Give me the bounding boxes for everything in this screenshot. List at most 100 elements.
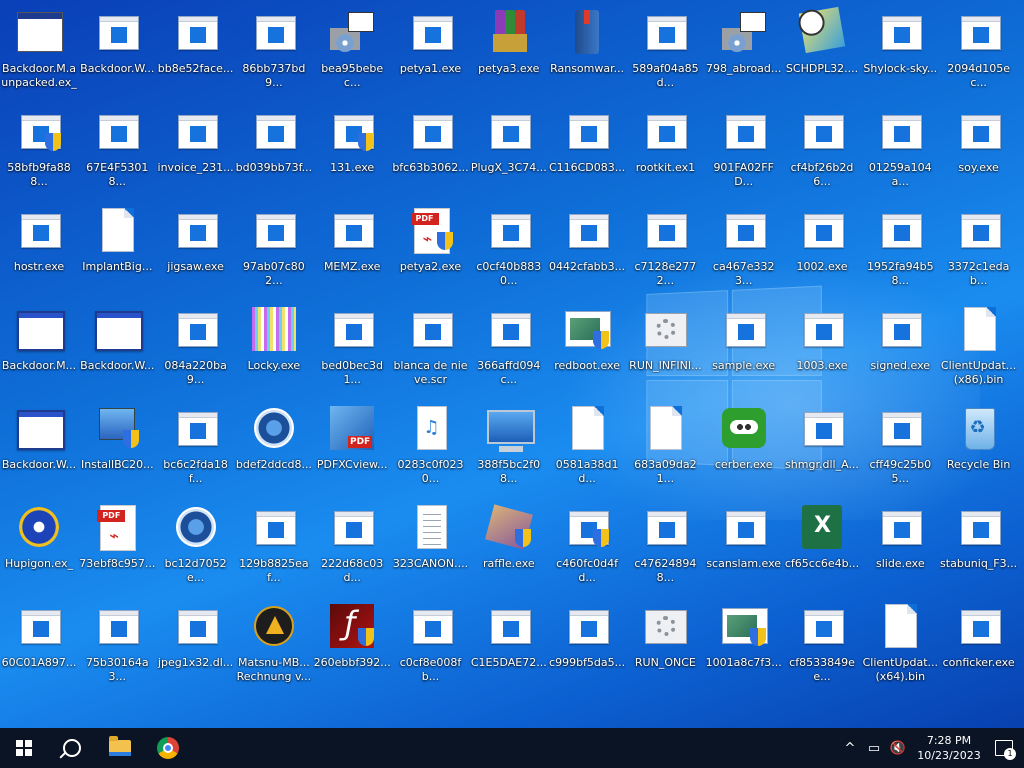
desktop-icon[interactable]: Backdoor.W... [0,398,78,494]
desktop-icon[interactable]: 084a220ba9... [157,299,235,395]
desktop-icon[interactable]: ClientUpdat... (x86).bin [940,299,1018,395]
desktop-icon[interactable]: scanslam.exe [705,497,783,593]
desktop-icon[interactable]: 260ebbf392... [313,596,391,692]
desktop-icon[interactable]: 97ab07c802... [235,200,313,296]
desktop-icon[interactable]: c476248948... [626,497,704,593]
desktop-icon[interactable]: Shylock-sky... [861,2,939,98]
desktop-icon[interactable]: RUN_ONCE [626,596,704,692]
desktop-icon[interactable]: 1952fa94b58... [861,200,939,296]
desktop-icon[interactable]: ImplantBig... [78,200,156,296]
desktop-icon[interactable]: 75b30164a3... [78,596,156,692]
desktop-icon[interactable]: petya3.exe [470,2,548,98]
desktop-icon[interactable]: 1003.exe [783,299,861,395]
desktop-icon[interactable]: Ransomwar... [548,2,626,98]
desktop-icon[interactable]: Locky.exe [235,299,313,395]
desktop-icon[interactable]: 683a09da21... [626,398,704,494]
desktop-icon[interactable]: C1E5DAE72... [470,596,548,692]
desktop-icon[interactable]: cerber.exe [705,398,783,494]
desktop-icon[interactable]: bdef2ddcd8... [235,398,313,494]
desktop-icon[interactable]: SCHDPL32.... [783,2,861,98]
desktop-icon[interactable]: stabuniq_F3... [940,497,1018,593]
desktop-icon[interactable]: slide.exe [861,497,939,593]
desktop-icon[interactable]: 323CANON.... [392,497,470,593]
desktop-icon[interactable]: c460fc0d4fd... [548,497,626,593]
desktop-icon[interactable]: 589af04a85d... [626,2,704,98]
desktop-icon[interactable]: PDF ⌁ petya2.exe [392,200,470,296]
desktop-icon[interactable]: Backdoor.M... [0,299,78,395]
desktop-icon[interactable]: bfc63b3062... [392,101,470,197]
desktop-icon[interactable]: ca467e3323... [705,200,783,296]
desktop-icon[interactable]: MEMZ.exe [313,200,391,296]
desktop-icon[interactable]: Backdoor.W... [78,2,156,98]
desktop-icon[interactable]: 0581a38d1d... [548,398,626,494]
desktop-icon[interactable]: 60C01A897... [0,596,78,692]
desktop-icon[interactable]: c0cf8e008fb... [392,596,470,692]
desktop-icon[interactable]: RUN_INFINI... [626,299,704,395]
desktop-icon[interactable]: PDF PDFXCview... [313,398,391,494]
desktop-icon[interactable]: 86bb737bd9... [235,2,313,98]
desktop-icon[interactable]: bc6c2fda18f... [157,398,235,494]
desktop-icon[interactable]: bb8e52face... [157,2,235,98]
desktop-icon[interactable]: 222d68c03d... [313,497,391,593]
desktop-icon[interactable]: 1002.exe [783,200,861,296]
desktop-icon[interactable]: PDF ⌁ 73ebf8c957... [78,497,156,593]
search-button[interactable] [48,728,96,768]
desktop-icon[interactable]: soy.exe [940,101,1018,197]
clock[interactable]: 7:28 PM 10/23/2023 [914,733,984,763]
desktop[interactable]: Backdoor.M.a unpacked.ex_ Backdoor.W... bb… [0,0,1024,728]
file-explorer-button[interactable] [96,728,144,768]
desktop-icon[interactable]: bea95bebec... [313,2,391,98]
desktop-icon[interactable]: Backdoor.M.a unpacked.ex_ [0,2,78,98]
desktop-icon[interactable]: 2094d105ec... [940,2,1018,98]
desktop-icon[interactable]: 366affd094c... [470,299,548,395]
desktop-icon[interactable]: conficker.exe [940,596,1018,692]
desktop-icon[interactable]: redboot.exe [548,299,626,395]
desktop-icon[interactable]: petya1.exe [392,2,470,98]
desktop-icon[interactable]: bc12d7052e... [157,497,235,593]
desktop-icon[interactable]: 0442cfabb3... [548,200,626,296]
desktop-icon[interactable]: 1001a8c7f3... [705,596,783,692]
desktop-icon[interactable]: 58bfb9fa888... [0,101,78,197]
network-icon[interactable]: ▭ [862,741,886,756]
desktop-icon[interactable]: c999bf5da5... [548,596,626,692]
desktop-icon[interactable]: invoice_231... [157,101,235,197]
desktop-icon[interactable]: bd039bb73f... [235,101,313,197]
desktop-icon[interactable]: cf65cc6e4b... [783,497,861,593]
desktop-icon[interactable]: c0cf40b8830... [470,200,548,296]
desktop-icon[interactable]: 129b8825eaf... [235,497,313,593]
desktop-icon[interactable]: Hupigon.ex_ [0,497,78,593]
desktop-icon[interactable]: blanca de nieve.scr [392,299,470,395]
volume-muted-icon[interactable]: 🔇 [886,741,910,756]
desktop-icon[interactable]: raffle.exe [470,497,548,593]
desktop-icon[interactable]: 67E4F53018... [78,101,156,197]
desktop-icon[interactable]: cff49c25b05... [861,398,939,494]
desktop-icon[interactable]: 0283c0f0230... [392,398,470,494]
tray-chevron-icon[interactable]: ^ [838,741,862,756]
desktop-icon[interactable]: signed.exe [861,299,939,395]
desktop-icon[interactable]: cf8533849ee... [783,596,861,692]
desktop-icon[interactable]: C116CD083... [548,101,626,197]
chrome-button[interactable] [144,728,192,768]
desktop-icon[interactable]: hostr.exe [0,200,78,296]
desktop-icon[interactable]: rootkit.ex1 [626,101,704,197]
desktop-icon[interactable]: ClientUpdat... (x64).bin [861,596,939,692]
action-center-button[interactable]: 1 [984,728,1024,768]
desktop-icon[interactable]: Matsnu-MB... Rechnung v... [235,596,313,692]
desktop-icon[interactable]: 388f5bc2f08... [470,398,548,494]
desktop-icon[interactable]: shmgr.dll_A... [783,398,861,494]
desktop-icon[interactable]: bed0bec3d1... [313,299,391,395]
desktop-icon[interactable]: cf4bf26b2d6... [783,101,861,197]
desktop-icon[interactable]: Recycle Bin [940,398,1018,494]
desktop-icon[interactable]: jpeg1x32.dl... [157,596,235,692]
desktop-icon[interactable]: 798_abroad... [705,2,783,98]
desktop-icon[interactable]: 901FA02FFD... [705,101,783,197]
desktop-icon[interactable]: 01259a104a... [861,101,939,197]
desktop-icon[interactable]: 131.exe [313,101,391,197]
desktop-icon[interactable]: sample.exe [705,299,783,395]
desktop-icon[interactable]: Backdoor.W... [78,299,156,395]
desktop-icon[interactable]: 3372c1edab... [940,200,1018,296]
desktop-icon[interactable]: c7128e2772... [626,200,704,296]
start-button[interactable] [0,728,48,768]
desktop-icon[interactable]: InstallBC20... [78,398,156,494]
desktop-icon[interactable]: jigsaw.exe [157,200,235,296]
